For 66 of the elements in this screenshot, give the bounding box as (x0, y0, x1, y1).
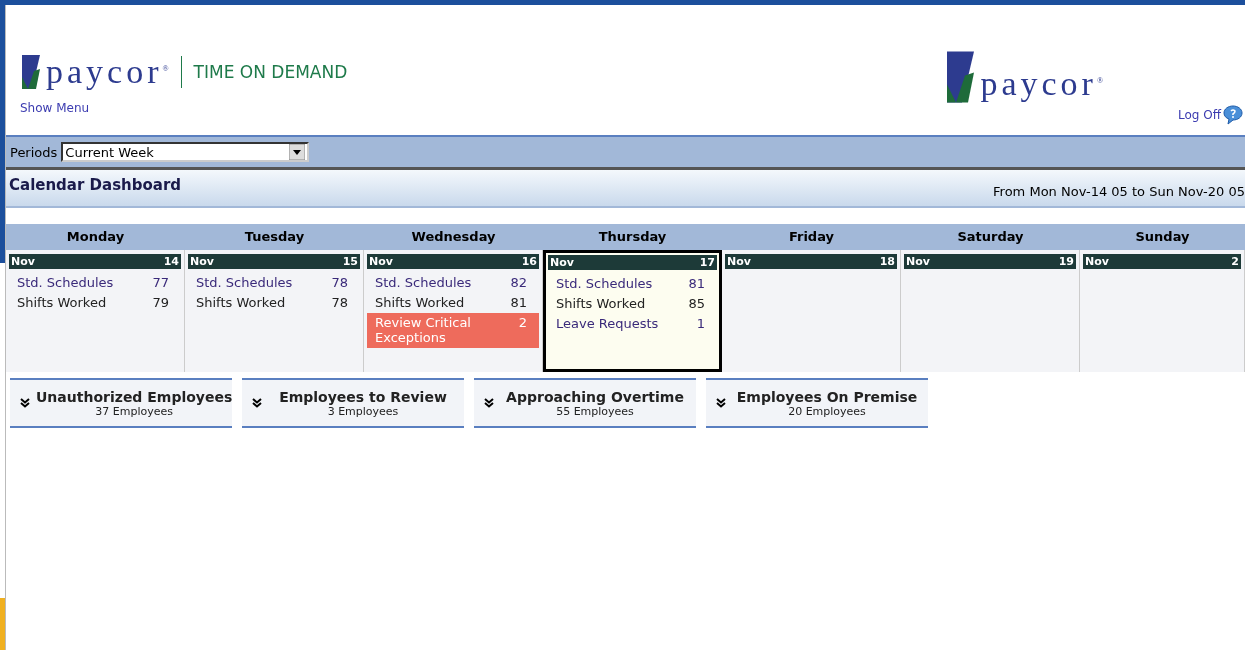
entry-row-text: Shifts Worked 81 (374, 294, 528, 312)
day-header: Thursday (597, 228, 668, 246)
day-cell[interactable]: Nov 14 Std. Schedules 77 Shifts Worked 79 (6, 250, 185, 372)
help-icon[interactable] (1223, 105, 1243, 125)
entry-row[interactable]: Std. Schedules 82 (367, 273, 539, 293)
entry-row[interactable]: Std. Schedules 81 (548, 274, 717, 294)
month-label: Nov (727, 255, 751, 268)
logo-text: paycor$^{®}$ (980, 65, 1103, 103)
entry-row[interactable]: Std. Schedules 78 (188, 273, 360, 293)
panel-count: 55 Employees (556, 404, 634, 418)
month-label: Nov (1085, 255, 1109, 268)
date-number: 16 (521, 255, 537, 268)
show-menu-link[interactable]: Show Menu (20, 101, 90, 115)
day-header: Saturday (956, 228, 1025, 246)
logo-mark-icon (944, 51, 975, 103)
entry-row[interactable]: Leave Requests 1 (548, 314, 717, 334)
entry-row-text: Shifts Worked 85 (555, 295, 706, 313)
periods-label: Periods (10, 144, 58, 160)
expand-icon[interactable] (484, 398, 494, 408)
day-cell[interactable]: Nov 17 Std. Schedules 81 Shifts Worked 85 Leave Requests 1 (543, 250, 722, 372)
panel-title: Unauthorized Employees (36, 388, 233, 405)
day-header: Friday (787, 228, 836, 246)
date-number: 19 (1058, 255, 1074, 268)
day-header: Wednesday (410, 228, 497, 246)
logo-mark-icon (20, 55, 40, 89)
panel-count: 20 Employees (788, 404, 866, 418)
log-off-link[interactable]: Log Off (1178, 108, 1221, 122)
day-cell[interactable]: Nov 16 Std. Schedules 82 Shifts Worked 81 Review Critical Exceptions 2 (364, 250, 543, 372)
day-header: Monday (65, 228, 126, 246)
entry-row-text: Shifts Worked 79 (16, 294, 170, 312)
month-label: Nov (190, 255, 214, 268)
expand-icon[interactable] (716, 398, 726, 408)
day-header: Tuesday (243, 228, 306, 246)
logo-text: paycor$^{®}$ (46, 53, 169, 91)
summary-panel[interactable]: Employees On Premise 20 Employees (706, 378, 928, 428)
summary-panel[interactable]: Approaching Overtime 55 Employees (474, 378, 696, 428)
summary-panel[interactable]: Unauthorized Employees 37 Employees (10, 378, 232, 428)
product-name: TIME ON DEMAND (193, 62, 348, 82)
dashboard-title: Calendar Dashboard (9, 176, 182, 194)
panel-title: Approaching Overtime (506, 388, 684, 405)
dropdown-arrow-icon[interactable] (289, 144, 306, 160)
date-number: 2 (1231, 255, 1239, 268)
entry-row[interactable]: Std. Schedules 77 (9, 273, 181, 293)
month-label: Nov (11, 255, 35, 268)
panel-title: Employees to Review (279, 388, 447, 405)
day-cell[interactable]: Nov 15 Std. Schedules 78 Shifts Worked 78 (185, 250, 364, 372)
panel-count: 3 Employees (327, 404, 399, 418)
month-label: Nov (906, 255, 930, 268)
day-header: Sunday (1134, 228, 1191, 246)
day-cell[interactable]: Nov 19 (901, 250, 1080, 372)
day-cell[interactable]: Nov 2 (1080, 250, 1245, 372)
day-cell[interactable]: Nov 18 (722, 250, 901, 372)
periods-dropdown[interactable]: Current Week (61, 142, 310, 162)
date-number: 17 (699, 256, 715, 269)
month-label: Nov (369, 255, 393, 268)
expand-icon[interactable] (20, 398, 30, 408)
panel-title: Employees On Premise (736, 388, 918, 405)
date-number: 18 (879, 255, 895, 268)
panel-count: 37 Employees (95, 404, 173, 418)
date-number: 14 (163, 255, 179, 268)
expand-icon[interactable] (252, 398, 262, 408)
entry-row-text: Shifts Worked 78 (195, 294, 349, 312)
summary-panel[interactable]: Employees to Review 3 Employees (242, 378, 464, 428)
date-range: From Mon Nov-14 05 to Sun Nov-20 05 (993, 184, 1245, 199)
date-number: 15 (342, 255, 358, 268)
month-label: Nov (550, 256, 574, 269)
